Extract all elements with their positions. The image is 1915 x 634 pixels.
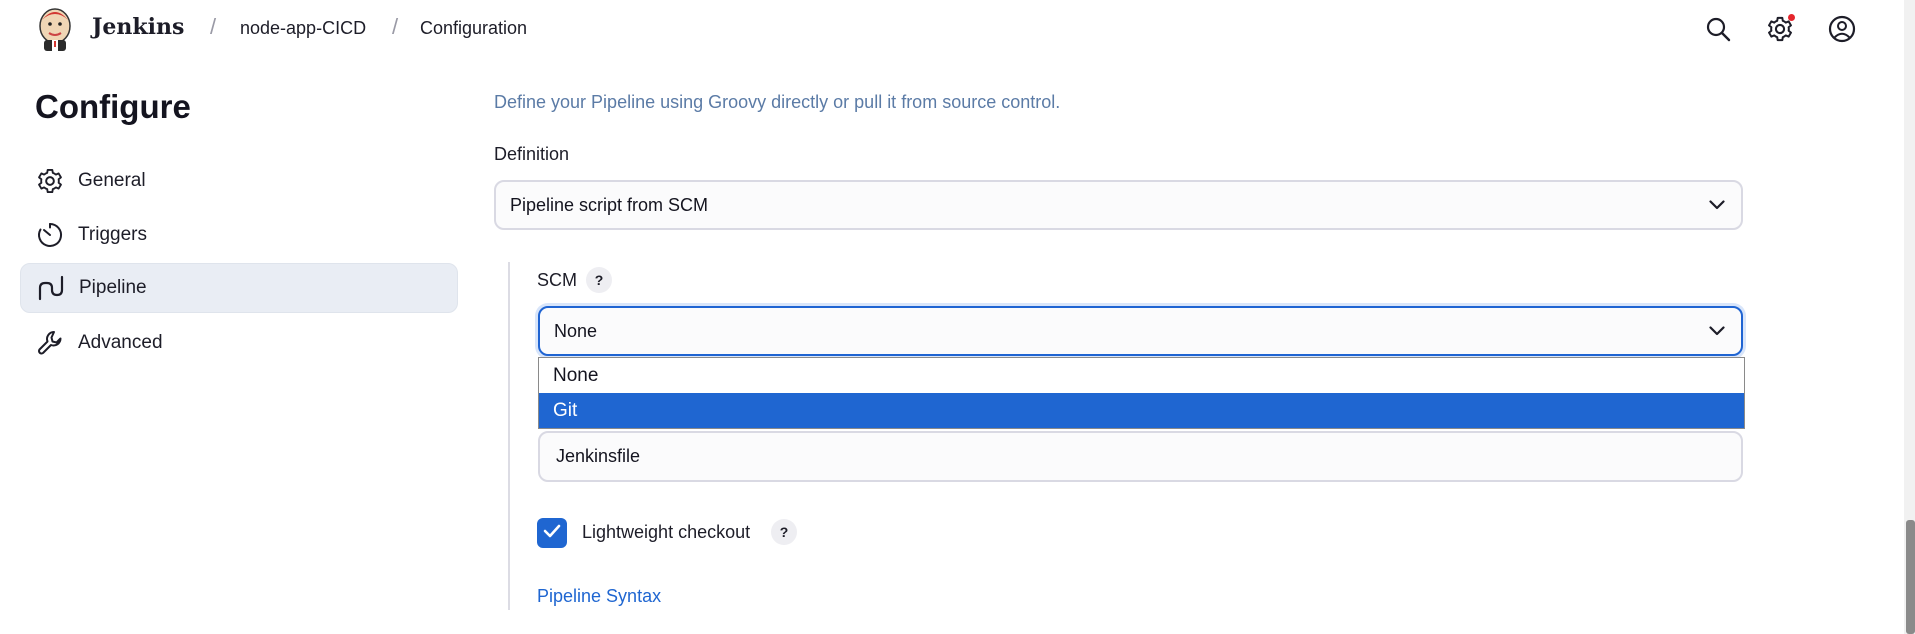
sidebar-item-pipeline[interactable]: Pipeline [20, 263, 458, 313]
definition-value: Pipeline script from SCM [510, 194, 709, 215]
breadcrumb-separator: / [210, 14, 217, 39]
sidebar-item-label: Triggers [78, 224, 147, 245]
sidebar-item-label: General [78, 170, 146, 191]
script-path-field[interactable] [538, 431, 1743, 482]
top-header: Jenkins / node-app-CICD / Configuration [0, 0, 1900, 58]
script-path-input[interactable] [554, 445, 1741, 468]
breadcrumb-configuration[interactable]: Configuration [420, 18, 527, 39]
pipeline-syntax-link[interactable]: Pipeline Syntax [537, 586, 661, 607]
timer-icon [34, 219, 66, 251]
gear-icon[interactable] [1763, 12, 1797, 46]
lightweight-checkout-label: Lightweight checkout [582, 522, 751, 542]
check-icon [543, 524, 561, 543]
scm-select[interactable]: None [538, 306, 1743, 356]
user-icon[interactable] [1825, 12, 1859, 46]
scm-option-git[interactable]: Git [539, 393, 1744, 428]
scm-help-button[interactable]: ? [586, 267, 612, 293]
scm-label: SCM [537, 270, 577, 290]
chevron-down-icon [1707, 195, 1727, 215]
breadcrumb-job[interactable]: node-app-CICD [240, 18, 366, 39]
sidebar-item-label: Pipeline [79, 277, 147, 298]
jenkins-logo[interactable] [36, 6, 74, 52]
notification-dot [1788, 14, 1795, 21]
sidebar-item-general[interactable]: General [20, 156, 458, 206]
definition-label: Definition [494, 144, 570, 164]
scm-option-none[interactable]: None [539, 358, 1744, 393]
sidebar-item-triggers[interactable]: Triggers [20, 210, 458, 260]
gear-icon [34, 165, 66, 197]
sidebar-title: Configure [35, 88, 191, 125]
lightweight-help-button[interactable]: ? [771, 519, 797, 545]
wrench-icon [34, 327, 66, 359]
sidebar-item-label: Advanced [78, 332, 163, 353]
brand-name[interactable]: Jenkins [92, 14, 184, 40]
search-icon[interactable] [1701, 12, 1735, 46]
chevron-down-icon [1707, 321, 1727, 341]
sidebar-item-advanced[interactable]: Advanced [20, 318, 458, 368]
definition-select[interactable]: Pipeline script from SCM [494, 180, 1743, 230]
scrollbar-thumb[interactable] [1906, 520, 1915, 634]
scm-dropdown-list: None Git [538, 357, 1745, 429]
pipeline-description: Define your Pipeline using Groovy direct… [494, 92, 1061, 112]
section-divider [508, 262, 510, 610]
scm-value: None [554, 320, 598, 341]
lightweight-checkout-checkbox[interactable] [537, 518, 567, 548]
breadcrumb-separator: / [392, 14, 399, 39]
pipeline-icon [35, 272, 67, 304]
